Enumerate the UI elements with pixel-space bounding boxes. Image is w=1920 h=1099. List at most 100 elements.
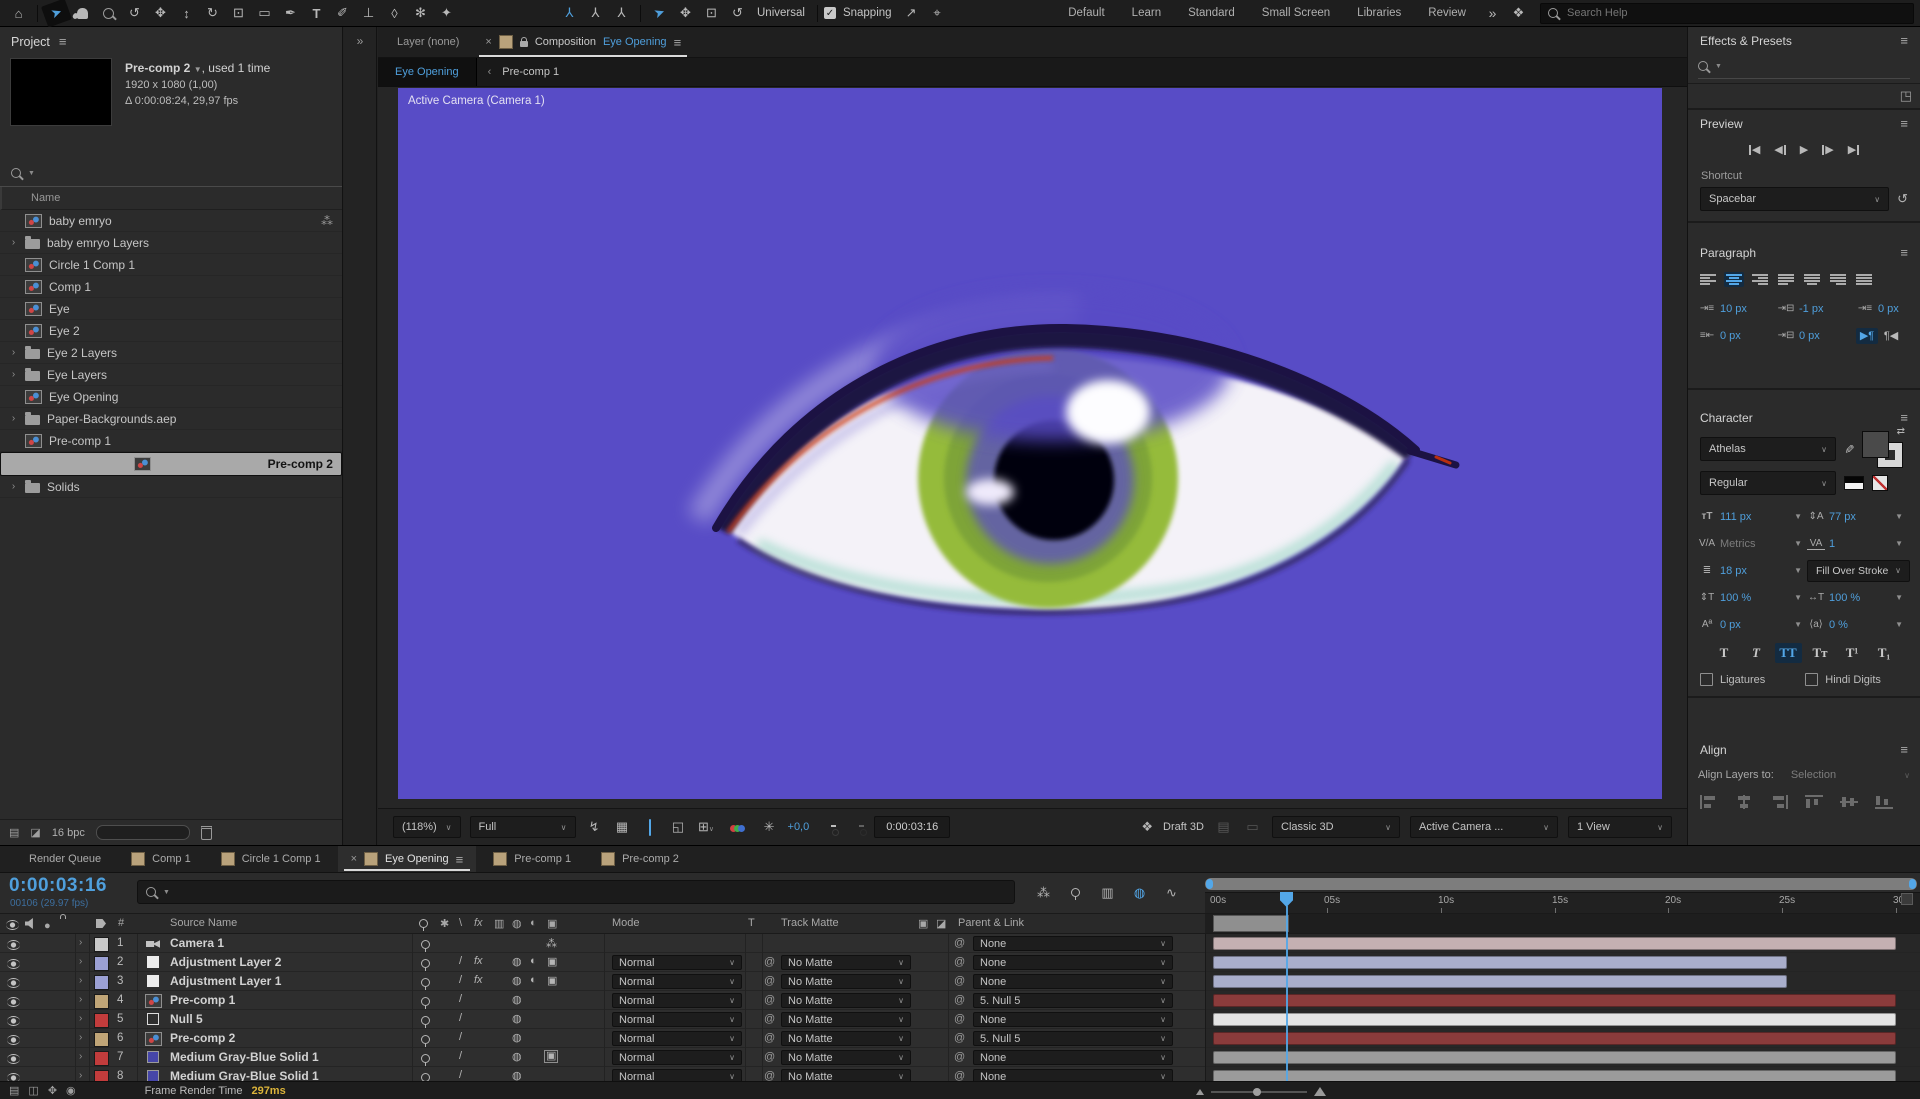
project-item[interactable]: ›Solids: [0, 476, 342, 498]
motion-blur-icon[interactable]: ◍: [512, 955, 522, 968]
breadcrumb-parent[interactable]: Pre-comp 1: [502, 66, 559, 78]
label-color-chip[interactable]: [94, 1051, 109, 1066]
workspace-tab-review[interactable]: Review: [1415, 7, 1479, 19]
quality-icon[interactable]: /: [459, 1069, 462, 1081]
timeline-search-input[interactable]: [177, 885, 1006, 899]
matte-pickwhip-icon[interactable]: @: [764, 975, 775, 987]
justify-last-right-icon[interactable]: [1828, 272, 1848, 287]
close-icon[interactable]: ×: [351, 853, 357, 865]
quality-icon[interactable]: /: [459, 1031, 462, 1043]
channels-icon[interactable]: [725, 820, 751, 835]
layer-row-camera-1[interactable]: › 1 Camera 1 ⁂ @ None∨: [0, 934, 1920, 953]
workspace-tab-standard[interactable]: Standard: [1175, 7, 1248, 19]
twirl-icon[interactable]: ›: [79, 956, 82, 967]
zoom-slider-handle[interactable]: [1253, 1088, 1261, 1096]
shy-icon[interactable]: [421, 959, 430, 971]
shy-icon[interactable]: [421, 997, 430, 1009]
twirl-icon[interactable]: ›: [79, 1051, 82, 1062]
panel-menu-icon[interactable]: ≡: [1900, 33, 1908, 48]
stroke-width-field[interactable]: 18 px: [1720, 565, 1747, 577]
number-column-header[interactable]: #: [118, 917, 124, 929]
layer-duration-bar[interactable]: [1213, 937, 1896, 950]
selection-tool-icon[interactable]: ➤: [41, 0, 72, 28]
panel-menu-icon[interactable]: ≡: [674, 35, 682, 50]
align-top-edges-icon[interactable]: [1805, 795, 1823, 809]
project-item[interactable]: Eye: [0, 298, 342, 320]
indent-left-field[interactable]: 10 px: [1720, 303, 1747, 315]
project-item[interactable]: Eye 2: [0, 320, 342, 342]
quality-icon[interactable]: /: [459, 993, 462, 1005]
pen-tool-icon[interactable]: ✒: [278, 2, 303, 24]
orbit-camera-tool-icon[interactable]: ↺: [122, 2, 147, 24]
position-gizmo-icon[interactable]: ✥: [673, 2, 698, 24]
visibility-eye-icon[interactable]: [7, 1016, 20, 1029]
layer-name[interactable]: Pre-comp 2: [170, 1031, 235, 1045]
work-area-bar[interactable]: [1213, 915, 1289, 932]
breadcrumb-back-icon[interactable]: ‹: [488, 66, 492, 78]
panel-menu-icon[interactable]: ≡: [1900, 245, 1908, 260]
panel-menu-icon[interactable]: ≡: [1900, 116, 1908, 131]
parent-select[interactable]: None∨: [973, 955, 1173, 970]
twirl-icon[interactable]: ›: [79, 937, 82, 948]
effects-presets-title[interactable]: Effects & Presets: [1700, 34, 1792, 48]
composition-mini-flowchart-icon[interactable]: ⁂: [1030, 881, 1057, 904]
fill-color-swatch[interactable]: [1862, 431, 1889, 458]
shy-icon[interactable]: [421, 1016, 430, 1028]
type-tool-icon[interactable]: T: [304, 2, 329, 24]
visibility-eye-icon[interactable]: [7, 940, 20, 953]
layer-name[interactable]: Medium Gray-Blue Solid 1: [170, 1050, 319, 1064]
label-color-chip[interactable]: [94, 994, 109, 1009]
preview-title[interactable]: Preview: [1700, 117, 1743, 131]
font-style-select[interactable]: Regular∨: [1700, 471, 1836, 495]
layer-panel-tab[interactable]: Layer (none): [387, 36, 469, 48]
layer-row-pre-comp-2[interactable]: › 6 Pre-comp 2 / ◍ Normal∨ @ No Matte∨ @…: [0, 1029, 1920, 1048]
visibility-eye-icon[interactable]: [7, 997, 20, 1010]
matte-pickwhip-icon[interactable]: @: [764, 956, 775, 968]
label-color-chip[interactable]: [94, 937, 109, 952]
blend-mode-select[interactable]: Normal∨: [612, 1050, 742, 1065]
frame-blending-toggle-icon[interactable]: ▥: [1094, 881, 1121, 904]
motion-blur-icon[interactable]: ◍: [512, 1012, 522, 1025]
project-item[interactable]: Pre-comp 1: [0, 430, 342, 452]
parent-pickwhip-icon[interactable]: @: [954, 994, 965, 1006]
layer-name[interactable]: Adjustment Layer 1: [170, 974, 281, 988]
matte-pickwhip-icon[interactable]: @: [764, 994, 775, 1006]
project-item[interactable]: ›Eye Layers: [0, 364, 342, 386]
rectangle-tool-icon[interactable]: ▭: [252, 2, 277, 24]
effects-fx-icon[interactable]: fx: [474, 974, 483, 986]
label-color-chip[interactable]: [94, 956, 109, 971]
layer-duration-bar[interactable]: [1213, 975, 1787, 988]
hand-tool-icon[interactable]: [70, 2, 95, 24]
resolution-select[interactable]: Full∨: [470, 816, 576, 838]
effects-search-field[interactable]: ▼: [1698, 54, 1910, 79]
dropdown-arrow-icon[interactable]: ▼: [194, 65, 202, 74]
parent-select[interactable]: None∨: [973, 1012, 1173, 1027]
layer-duration-bar[interactable]: [1213, 1032, 1896, 1045]
font-size-field[interactable]: 111 px: [1720, 511, 1751, 523]
timeline-search-field[interactable]: ▼: [137, 880, 1015, 904]
breadcrumb-current[interactable]: Eye Opening: [378, 58, 477, 86]
project-item[interactable]: ›Eye 2 Layers: [0, 342, 342, 364]
rotation-gizmo-icon[interactable]: ↺: [725, 2, 750, 24]
label-color-chip[interactable]: [94, 975, 109, 990]
timeline-tab-pre-comp-1[interactable]: Pre-comp 1: [480, 846, 584, 872]
panel-menu-icon[interactable]: ≡: [1900, 410, 1908, 425]
preserve-transparency-icon[interactable]: ▣: [918, 917, 928, 930]
camera-region-tool-icon[interactable]: ⊡: [226, 2, 251, 24]
leading-field[interactable]: 77 px: [1829, 511, 1856, 523]
project-item-selected[interactable]: Pre-comp 2: [0, 452, 342, 476]
new-folder-icon[interactable]: ◪: [30, 826, 40, 839]
name-column-header[interactable]: Name: [0, 187, 342, 210]
parent-select[interactable]: 5. Null 5∨: [973, 1031, 1173, 1046]
label-column-icon[interactable]: [96, 919, 106, 931]
layer-row-adjustment-layer-2[interactable]: › 2 Adjustment Layer 2 / fx ◍ ◐ ▣ Normal…: [0, 953, 1920, 972]
workspace-settings-icon[interactable]: ❖: [1506, 2, 1531, 24]
project-item[interactable]: Comp 1: [0, 276, 342, 298]
layer-duration-bar[interactable]: [1213, 1051, 1896, 1064]
collapsed-panel-strip[interactable]: »: [344, 27, 377, 845]
justify-all-icon[interactable]: [1854, 272, 1874, 287]
exposure-icon[interactable]: ✳: [760, 819, 779, 835]
playhead-line[interactable]: [1286, 906, 1288, 1082]
workspace-tab-learn[interactable]: Learn: [1119, 7, 1174, 19]
align-bottom-edges-icon[interactable]: [1875, 795, 1893, 809]
